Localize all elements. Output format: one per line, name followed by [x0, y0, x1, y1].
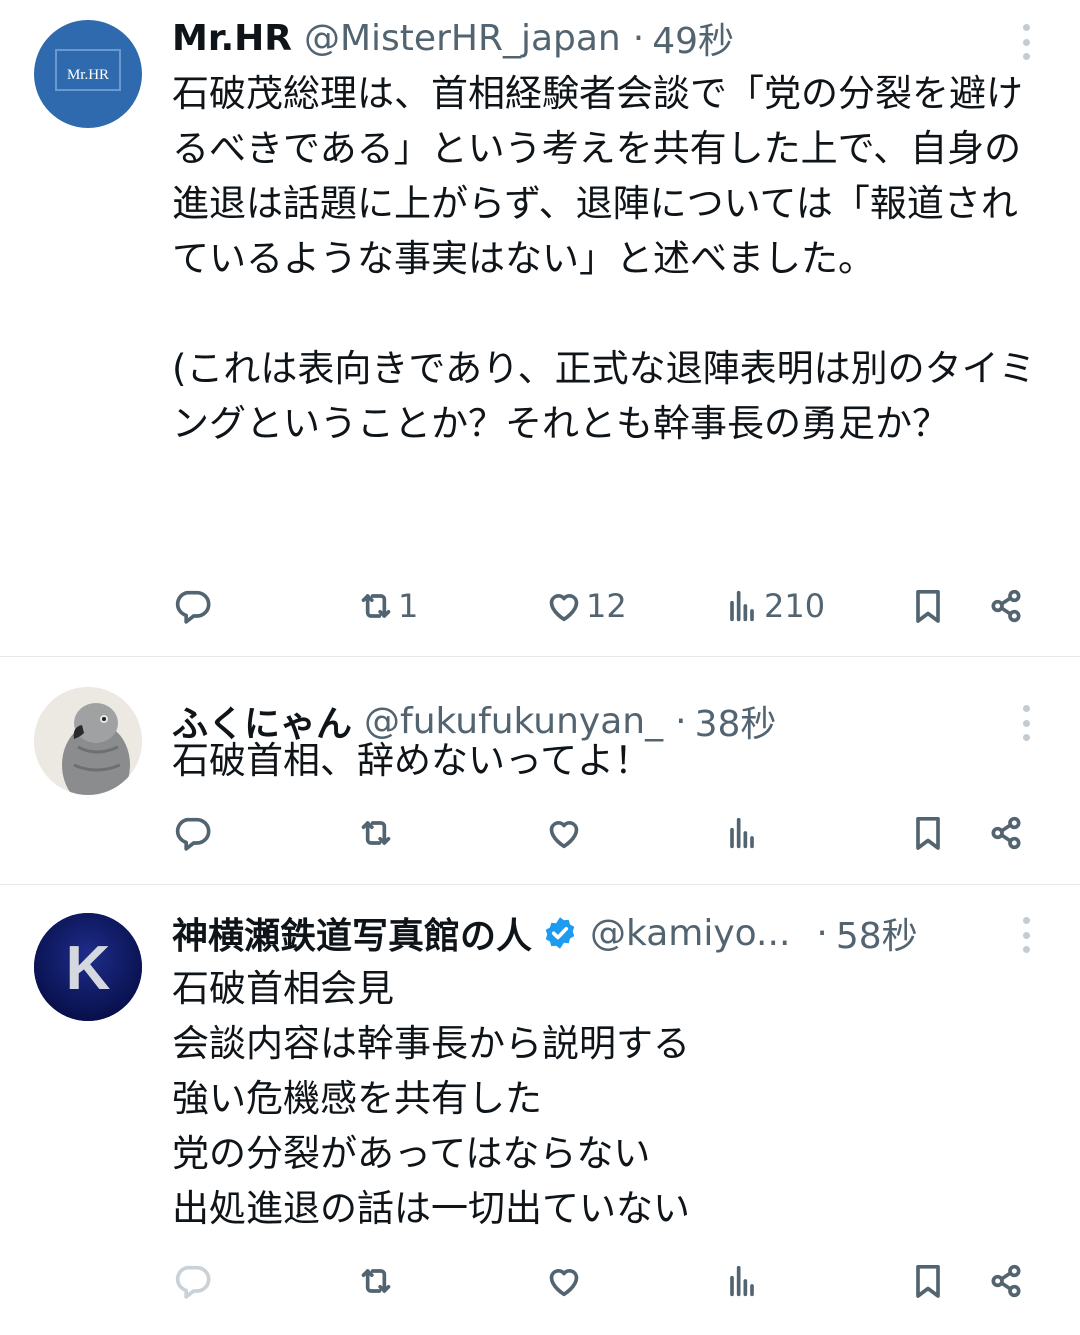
- retweet-count: 1: [398, 587, 419, 625]
- avatar-logo-icon: Mr.HR: [55, 49, 121, 91]
- views-count: 210: [764, 587, 826, 625]
- avatar[interactable]: K: [34, 913, 142, 1021]
- user-handle[interactable]: @kamiyo...: [590, 913, 790, 954]
- verified-badge-icon: [545, 917, 575, 949]
- like-icon: [549, 594, 579, 622]
- share-button[interactable]: [986, 582, 1026, 630]
- views-icon: [730, 590, 754, 622]
- share-button[interactable]: [986, 1257, 1026, 1305]
- views-icon: [730, 817, 754, 849]
- reply-button[interactable]: [172, 1257, 212, 1305]
- timestamp[interactable]: 58秒: [836, 909, 918, 957]
- display-name[interactable]: 神横瀬鉄道写真館の人: [172, 909, 532, 957]
- bookmark-icon: [916, 1265, 940, 1298]
- retweet-button[interactable]: 1: [356, 582, 418, 630]
- user-handle[interactable]: @MisterHR_japan: [304, 18, 621, 59]
- avatar[interactable]: [34, 687, 142, 795]
- avatar-logo-text: Mr.HR: [67, 67, 109, 83]
- like-count: 12: [586, 587, 627, 625]
- share-button[interactable]: [986, 809, 1026, 857]
- tweet[interactable]: K 神横瀬鉄道写真館の人 @kamiyo... · 58秒 石破首相会見 会談内…: [0, 885, 1080, 1335]
- like-button[interactable]: [544, 809, 586, 857]
- reply-button[interactable]: [172, 582, 212, 630]
- display-name[interactable]: Mr.HR: [172, 18, 292, 59]
- tweet-header: 神横瀬鉄道写真館の人 @kamiyo... · 58秒: [172, 909, 1020, 958]
- tweet-text: 石破茂総理は、首相経験者会談で「党の分裂を避けるべきである」という考えを共有した…: [172, 72, 1036, 445]
- avatar-letter: K: [66, 934, 111, 1003]
- more-icon[interactable]: [1016, 915, 1036, 955]
- tweet-text: 石破首相会見 会談内容は幹事長から説明する 強い危機感を共有した 党の分裂があっ…: [172, 967, 690, 1230]
- retweet-button[interactable]: [356, 809, 398, 857]
- parrot-avatar-icon: [34, 687, 142, 795]
- retweet-icon: [361, 594, 391, 618]
- tweet[interactable]: ふくにゃん @fukufukunyan_ · 38秒 石破首相、辞めないってよ！: [0, 657, 1080, 885]
- reply-button[interactable]: [172, 809, 212, 857]
- retweet-button[interactable]: [356, 1257, 398, 1305]
- bookmark-icon: [916, 590, 940, 623]
- bookmark-button[interactable]: [908, 582, 948, 630]
- views-button[interactable]: 210: [722, 582, 825, 630]
- avatar-k-icon: K: [34, 913, 142, 1021]
- share-icon: [991, 1264, 1021, 1298]
- avatar[interactable]: Mr.HR: [34, 20, 142, 128]
- bookmark-button[interactable]: [908, 809, 948, 857]
- action-bar: [172, 809, 1050, 857]
- like-icon: [549, 821, 579, 849]
- action-bar: [172, 1257, 1050, 1305]
- share-icon: [991, 589, 1021, 623]
- like-button[interactable]: 12: [544, 582, 627, 630]
- tweet-text: 石破首相、辞めないってよ！: [172, 739, 652, 782]
- action-bar: 1 12 210: [172, 582, 1050, 630]
- bookmark-icon: [916, 817, 940, 850]
- separator-dot: ·: [632, 17, 645, 59]
- views-button[interactable]: [722, 809, 764, 857]
- bookmark-button[interactable]: [908, 1257, 948, 1305]
- separator-dot: ·: [816, 912, 828, 954]
- more-icon[interactable]: [1016, 22, 1036, 62]
- retweet-icon: [361, 821, 391, 845]
- tweet[interactable]: Mr.HR Mr.HR @MisterHR_japan · 49秒 石破茂総理は…: [0, 0, 1080, 657]
- reply-icon: [175, 817, 211, 851]
- views-icon: [730, 1265, 754, 1297]
- like-icon: [549, 1269, 579, 1297]
- tweet-header: Mr.HR @MisterHR_japan · 49秒: [172, 14, 1020, 63]
- reply-icon: [175, 590, 211, 624]
- timestamp[interactable]: 49秒: [652, 14, 734, 62]
- share-icon: [991, 816, 1021, 850]
- like-button[interactable]: [544, 1257, 586, 1305]
- reply-icon: [175, 1265, 211, 1299]
- views-button[interactable]: [722, 1257, 764, 1305]
- retweet-icon: [361, 1269, 391, 1293]
